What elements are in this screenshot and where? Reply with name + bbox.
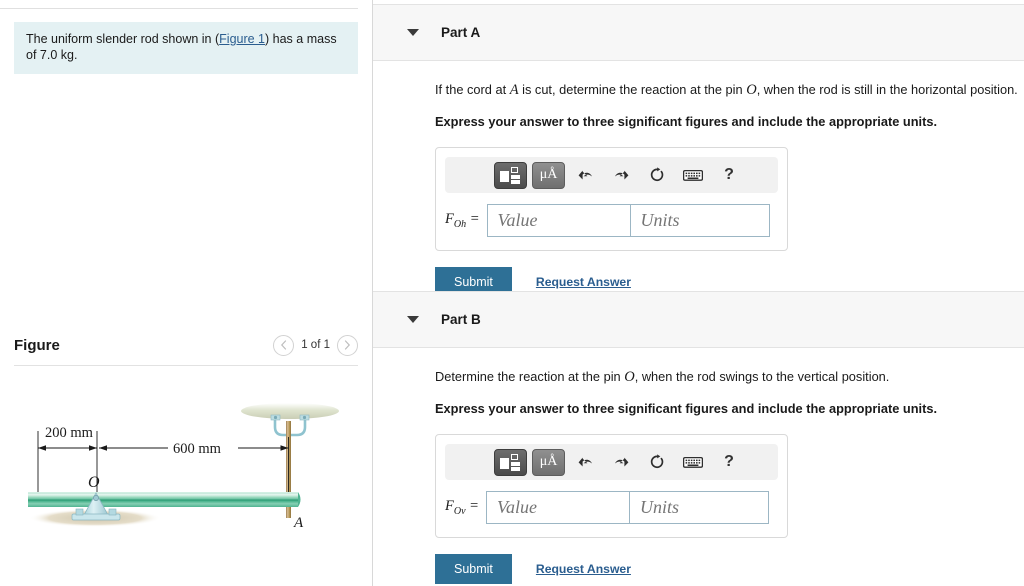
q-mid: is cut, determine the reaction at the pi… — [518, 82, 747, 97]
redo-glyph — [614, 170, 628, 179]
part-b-units-input[interactable] — [628, 491, 769, 524]
cord-label-A: A — [293, 515, 304, 531]
part-a-answer-row: FOh = — [445, 204, 778, 237]
page-root: The uniform slender rod shown in (Figure… — [0, 0, 1024, 586]
part-a-math-toolbar: μÅ ? — [445, 157, 778, 193]
units-btn-label: μÅ — [539, 167, 558, 182]
part-a-body: If the cord at A is cut, determine the r… — [373, 61, 1024, 297]
part-b-body: Determine the reaction at the pin O, whe… — [373, 348, 1024, 584]
help-label: ? — [724, 166, 734, 183]
units-btn-label: μÅ — [539, 454, 558, 469]
keyboard-icon[interactable] — [678, 162, 708, 189]
problem-text-before: The uniform slender rod shown in ( — [26, 32, 220, 46]
keyboard-icon[interactable] — [678, 449, 708, 476]
part-b-submit-button[interactable]: Submit — [435, 554, 512, 584]
keyboard-glyph — [683, 169, 703, 181]
part-b-title: Part B — [441, 312, 481, 327]
right-panel: Part A If the cord at A is cut, determin… — [373, 0, 1024, 586]
rod-pin-diagram-svg: 200 mm 600 mm O A — [28, 403, 339, 531]
figure-1-link[interactable]: Figure 1 — [219, 32, 265, 46]
figure-prev-button[interactable] — [273, 334, 295, 356]
micro-angstrom-units-icon[interactable]: μÅ — [532, 448, 565, 476]
part-b-submit-row: Submit Request Answer — [435, 554, 1024, 584]
reset-icon[interactable] — [642, 162, 672, 189]
part-b-instruction: Express your answer to three significant… — [435, 401, 938, 416]
answer-label-main: F — [445, 211, 454, 228]
figure-header: Figure 1 of 1 — [14, 330, 358, 360]
answer-label-sub: Oh — [453, 218, 467, 230]
part-b-answer-box: μÅ ? FOv = Value Units — [435, 434, 788, 538]
part-a-question: If the cord at A is cut, determine the r… — [435, 81, 1024, 99]
part-a-answer-box: μÅ ? FOh = Value Units — [435, 147, 788, 251]
help-icon[interactable]: ? — [714, 162, 744, 189]
answer-label-eq: = — [469, 211, 480, 228]
part-b-math-toolbar: μÅ ? — [445, 444, 778, 480]
answer-label-sub: Ov — [453, 505, 466, 517]
part-a-instruction: Express your answer to three significant… — [435, 114, 938, 129]
caret-down-icon[interactable] — [407, 316, 419, 323]
part-b-request-answer-link[interactable]: Request Answer — [536, 562, 631, 576]
part-a-answer-label: FOh = — [445, 211, 480, 230]
q-var-o: O — [624, 369, 635, 385]
q-var-a: A — [509, 82, 519, 98]
template-glyph — [500, 453, 521, 471]
part-b-answer-row: FOv = — [445, 491, 778, 524]
keyboard-glyph — [683, 456, 703, 468]
undo-glyph — [578, 170, 592, 179]
q-post: , when the rod is still in the horizonta… — [756, 82, 1018, 97]
part-a-request-answer-link[interactable]: Request Answer — [536, 275, 631, 289]
redo-glyph — [614, 457, 628, 466]
part-b-header[interactable]: Part B — [373, 291, 1024, 348]
caret-down-icon[interactable] — [407, 29, 419, 36]
part-a-header[interactable]: Part A — [373, 4, 1024, 61]
undo-glyph — [578, 457, 592, 466]
undo-icon[interactable] — [570, 162, 600, 189]
figure-title: Figure — [14, 336, 60, 354]
dimension-label-200mm: 200 mm — [45, 425, 94, 441]
figure-divider — [14, 365, 358, 366]
part-b-answer-label: FOv = — [445, 498, 479, 517]
q-post: , when the rod swings to the vertical po… — [634, 369, 890, 384]
chevron-left-icon — [281, 340, 287, 350]
q-pre: Determine the reaction at the pin — [435, 369, 625, 384]
answer-label-main: F — [445, 498, 454, 515]
undo-icon[interactable] — [570, 449, 600, 476]
pin-label-O: O — [88, 474, 100, 491]
reset-icon[interactable] — [642, 449, 672, 476]
chevron-right-icon — [344, 340, 351, 350]
problem-statement: The uniform slender rod shown in (Figure… — [14, 22, 358, 74]
figure-next-button[interactable] — [337, 334, 358, 356]
math-template-icon[interactable] — [494, 448, 527, 476]
dimension-label-600mm: 600 mm — [173, 441, 222, 457]
math-template-icon[interactable] — [494, 161, 527, 189]
figure-diagram: 200 mm 600 mm O A — [0, 375, 373, 586]
part-a-value-input[interactable] — [486, 204, 630, 237]
template-glyph — [500, 166, 521, 184]
part-b-section: Part B Determine the reaction at the pin… — [373, 291, 1024, 584]
part-a-section: Part A If the cord at A is cut, determin… — [373, 4, 1024, 297]
part-b-value-input[interactable] — [485, 491, 629, 524]
reset-glyph — [650, 167, 664, 182]
top-divider — [0, 8, 358, 9]
q-var-o: O — [746, 82, 757, 98]
redo-icon[interactable] — [606, 449, 636, 476]
figure-pager: 1 of 1 — [273, 334, 358, 356]
part-b-question: Determine the reaction at the pin O, whe… — [435, 368, 1024, 386]
part-a-units-input[interactable] — [629, 204, 770, 237]
left-panel: The uniform slender rod shown in (Figure… — [0, 0, 373, 586]
help-icon[interactable]: ? — [714, 449, 744, 476]
figure-pager-count: 1 of 1 — [301, 339, 330, 351]
reset-glyph — [650, 454, 664, 469]
answer-label-eq: = — [469, 498, 479, 515]
micro-angstrom-units-icon[interactable]: μÅ — [532, 161, 565, 189]
help-label: ? — [724, 453, 734, 470]
q-pre: If the cord at — [435, 82, 510, 97]
redo-icon[interactable] — [606, 162, 636, 189]
part-a-title: Part A — [441, 25, 481, 40]
